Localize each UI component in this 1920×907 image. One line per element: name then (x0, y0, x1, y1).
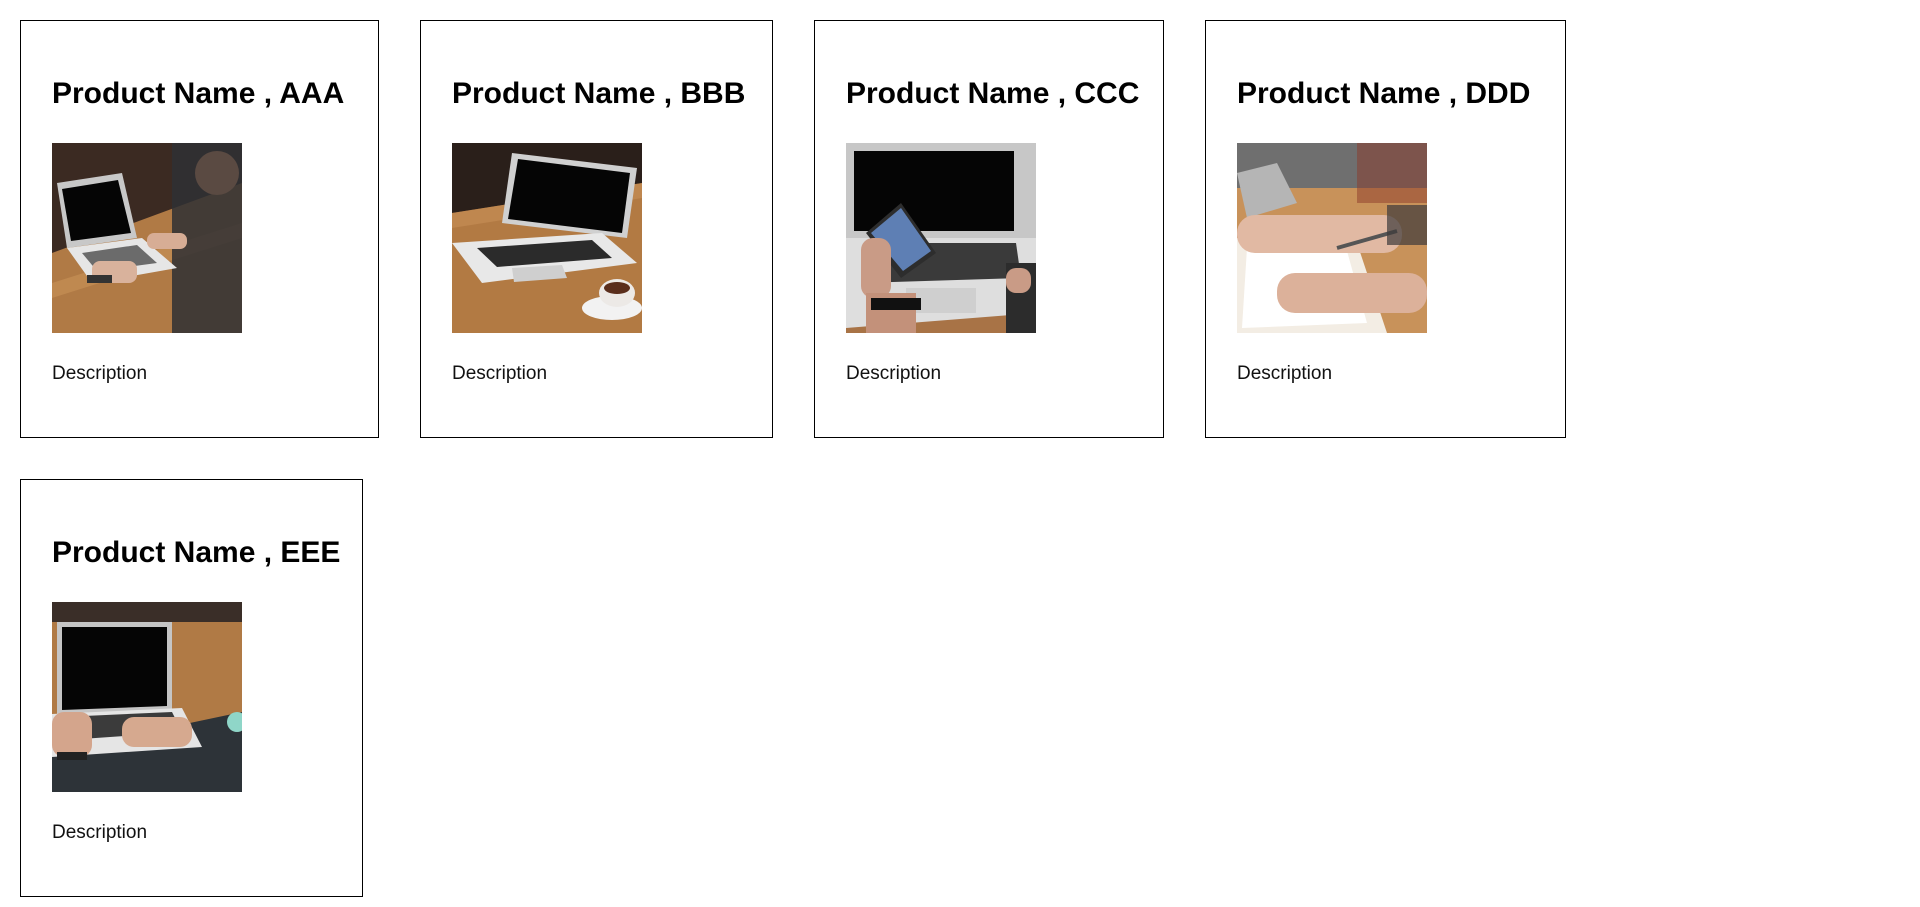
product-card[interactable]: Product Name , AAA Description (20, 20, 379, 438)
product-image[interactable] (1237, 143, 1427, 333)
product-title: Product Name , CCC (846, 77, 1140, 110)
product-title: Product Name , AAA (52, 77, 345, 110)
product-card[interactable]: Product Name , DDD Description (1205, 20, 1566, 438)
product-card[interactable]: Product Name , CCC Description (814, 20, 1164, 438)
product-description: Description (52, 363, 148, 384)
product-title: Product Name , EEE (52, 536, 341, 569)
product-description: Description (452, 363, 548, 384)
product-description: Description (846, 363, 942, 384)
product-title: Product Name , DDD (1237, 77, 1531, 110)
product-image[interactable] (846, 143, 1036, 333)
product-image[interactable] (52, 602, 242, 792)
product-card[interactable]: Product Name , EEE Description (20, 479, 363, 897)
product-card[interactable]: Product Name , BBB Description (420, 20, 773, 438)
product-description: Description (52, 822, 148, 843)
product-image[interactable] (52, 143, 242, 333)
product-description: Description (1237, 363, 1333, 384)
product-grid: Product Name , AAA Description Product N… (0, 0, 1920, 907)
product-title: Product Name , BBB (452, 77, 746, 110)
product-image[interactable] (452, 143, 642, 333)
